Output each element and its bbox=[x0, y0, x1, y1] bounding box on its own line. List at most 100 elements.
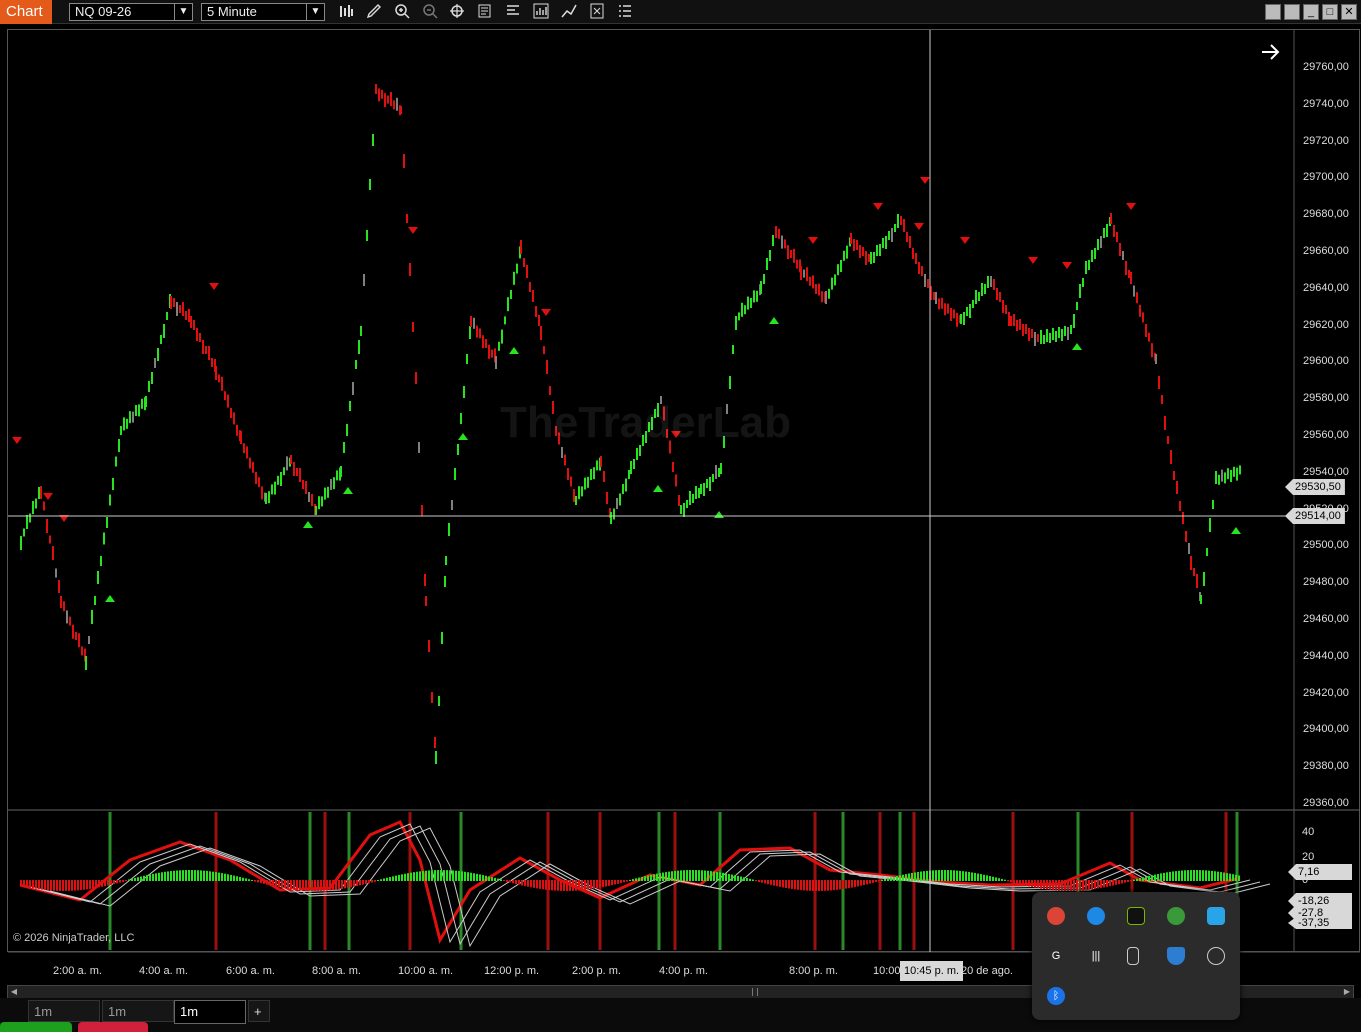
histogram-bar bbox=[971, 872, 973, 881]
candle-bar bbox=[151, 372, 153, 384]
g-hub-icon[interactable]: G bbox=[1047, 947, 1065, 965]
histogram-bar bbox=[1037, 880, 1039, 889]
histogram-bar bbox=[707, 870, 709, 881]
histogram-bar bbox=[296, 880, 298, 890]
histogram-bar bbox=[356, 880, 358, 887]
buy-signal-marker bbox=[653, 485, 663, 492]
add-tab-button[interactable]: + bbox=[248, 1000, 270, 1022]
candle-bar bbox=[280, 472, 282, 486]
histogram-bar bbox=[410, 872, 412, 881]
histogram-bar bbox=[557, 880, 559, 891]
histogram-bar bbox=[833, 880, 835, 891]
histogram-bar bbox=[902, 874, 904, 881]
candle-bar bbox=[97, 571, 99, 584]
sell-button[interactable] bbox=[78, 1022, 148, 1032]
histogram-bar bbox=[137, 877, 139, 881]
histogram-bar bbox=[194, 870, 196, 881]
price-axis-label: 29580,00 bbox=[1303, 392, 1349, 405]
histogram-bar bbox=[785, 880, 787, 889]
candle-bar bbox=[240, 431, 242, 444]
histogram-bar bbox=[182, 870, 184, 881]
histogram-bar bbox=[1214, 871, 1216, 881]
histogram-bar bbox=[830, 880, 832, 891]
candle-bar bbox=[903, 219, 905, 232]
tab-chart-2[interactable]: 1m bbox=[102, 1000, 174, 1022]
nvidia-icon[interactable] bbox=[1127, 907, 1145, 925]
time-axis-label: 12:00 p. m. bbox=[484, 965, 540, 977]
arrow-right-icon[interactable] bbox=[1262, 44, 1280, 60]
histogram-bar bbox=[407, 873, 409, 881]
candle-bar bbox=[135, 405, 137, 416]
histogram-bar bbox=[965, 871, 967, 881]
histogram-bar bbox=[671, 871, 673, 881]
histogram-bar bbox=[1049, 880, 1051, 890]
histogram-bar bbox=[1181, 870, 1183, 881]
candle-bar bbox=[918, 262, 920, 274]
candle-bar bbox=[396, 97, 398, 111]
candle-bar bbox=[747, 296, 749, 310]
candle-bar bbox=[507, 297, 509, 312]
candle-bar bbox=[1067, 327, 1069, 340]
histogram-bar bbox=[941, 870, 943, 881]
buy-signal-marker bbox=[714, 511, 724, 518]
histogram-bar bbox=[743, 877, 745, 881]
scroll-right-icon[interactable]: ▶ bbox=[1341, 986, 1353, 998]
histogram-bar bbox=[188, 870, 190, 881]
histogram-bar bbox=[20, 880, 22, 886]
histogram-bar bbox=[968, 871, 970, 881]
candle-bar bbox=[1037, 334, 1039, 342]
candle-bar bbox=[343, 442, 345, 453]
histogram-bar bbox=[629, 879, 631, 881]
candle-bar bbox=[868, 254, 870, 262]
histogram-bar bbox=[428, 870, 430, 881]
obs-icon[interactable] bbox=[1207, 947, 1225, 965]
candle-bar bbox=[470, 316, 472, 327]
network-icon[interactable] bbox=[1167, 907, 1185, 925]
candle-bar bbox=[784, 239, 786, 249]
candle-bar bbox=[825, 291, 827, 304]
histogram-bar bbox=[794, 880, 796, 890]
tab-chart-3[interactable]: 1m bbox=[174, 1000, 246, 1024]
histogram-bar bbox=[824, 880, 826, 891]
crosshair-time-badge: 10:45 p. m. bbox=[900, 961, 964, 981]
candle-bar bbox=[981, 283, 983, 296]
histogram-bar bbox=[647, 875, 649, 881]
histogram-bar bbox=[353, 880, 355, 887]
edge-icon[interactable] bbox=[1087, 907, 1105, 925]
histogram-bar bbox=[491, 877, 493, 881]
tab-chart-1[interactable]: 1m bbox=[28, 1000, 100, 1022]
histogram-bar bbox=[395, 875, 397, 881]
candle-bar bbox=[438, 696, 440, 706]
buy-button[interactable] bbox=[0, 1022, 72, 1032]
candle-bar bbox=[66, 610, 68, 624]
candle-bar bbox=[26, 515, 28, 529]
sync-icon[interactable] bbox=[1207, 907, 1225, 925]
bluetooth-icon[interactable]: ᛒ bbox=[1047, 987, 1065, 1005]
scroll-left-icon[interactable]: ◀ bbox=[8, 986, 20, 998]
histogram-bar bbox=[662, 872, 664, 881]
audio-icon[interactable]: ||| bbox=[1087, 947, 1105, 965]
scroll-thumb[interactable] bbox=[752, 988, 758, 996]
histogram-bar bbox=[65, 880, 67, 891]
histogram-bar bbox=[914, 872, 916, 881]
candle-bar bbox=[885, 236, 887, 249]
candle-bar bbox=[283, 467, 285, 476]
candle-bar bbox=[790, 250, 792, 258]
histogram-bar bbox=[416, 871, 418, 881]
candle-bar bbox=[596, 460, 598, 471]
candle-bar bbox=[1034, 332, 1036, 346]
candle-bar bbox=[230, 408, 232, 418]
histogram-bar bbox=[131, 878, 133, 881]
usb-icon[interactable] bbox=[1127, 947, 1139, 965]
chrome-icon[interactable] bbox=[1047, 907, 1065, 925]
histogram-bar bbox=[506, 880, 508, 882]
candle-bar bbox=[466, 354, 468, 364]
security-icon[interactable] bbox=[1167, 947, 1185, 965]
histogram-bar bbox=[1004, 879, 1006, 881]
price-chart[interactable] bbox=[0, 0, 1361, 1032]
sell-signal-marker bbox=[1126, 203, 1136, 210]
histogram-bar bbox=[512, 880, 514, 884]
candle-bar bbox=[796, 259, 798, 269]
candle-bar bbox=[265, 493, 267, 504]
candle-bar bbox=[873, 252, 875, 263]
